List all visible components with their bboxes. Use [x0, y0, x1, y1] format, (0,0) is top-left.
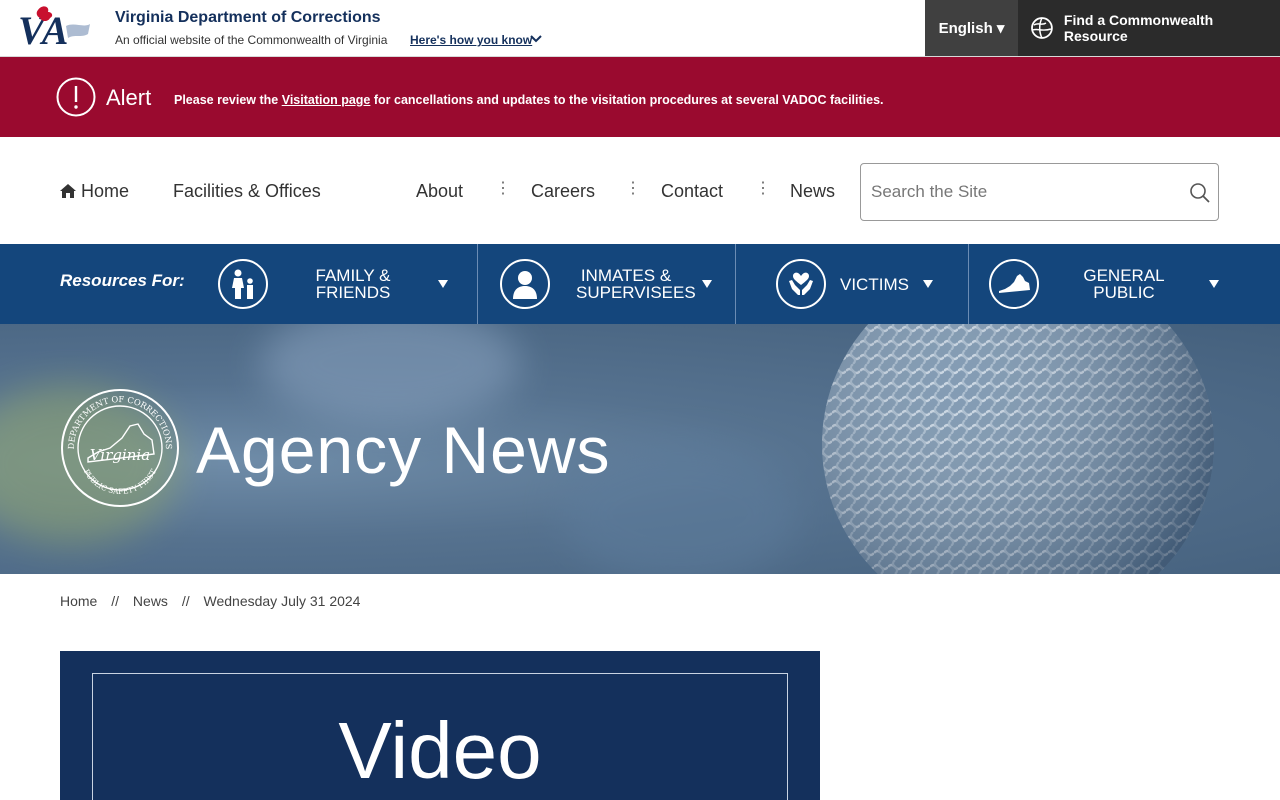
alert-title: Alert	[106, 85, 152, 110]
person-icon	[500, 259, 550, 309]
nav-contact[interactable]: Contact	[661, 181, 723, 202]
visitation-page-link[interactable]: Visitation page	[282, 93, 371, 107]
alert-text-after: for cancellations and updates to the vis…	[370, 93, 884, 107]
caret-down-icon	[922, 280, 933, 288]
how-you-know-link[interactable]: Here's how you know	[410, 33, 532, 47]
about-more-icon[interactable]: ⋮	[495, 181, 511, 197]
careers-more-icon[interactable]: ⋮	[625, 181, 641, 197]
resources-label: Resources For:	[60, 271, 185, 290]
resource-family-friends[interactable]: Family & Friends	[218, 244, 448, 324]
news-video-card[interactable]: Video	[60, 651, 820, 800]
svg-text:DEPARTMENT OF CORRECTIONS: DEPARTMENT OF CORRECTIONS	[66, 394, 174, 450]
top-bar: VA Virginia Department of Corrections An…	[0, 0, 1280, 57]
resource-divider	[477, 244, 478, 324]
resource-divider	[735, 244, 736, 324]
resource-public-label: General Public	[1083, 266, 1165, 302]
alert-message: Please review the Visitation page for ca…	[174, 93, 884, 107]
language-selector[interactable]: English ▾	[925, 0, 1018, 56]
breadcrumb: Home // News // Wednesday July 31 2024	[60, 593, 360, 609]
resources-bar: Resources For: Family & Friends Inmates …	[0, 244, 1280, 324]
nav-about[interactable]: About	[416, 181, 463, 202]
nav-news[interactable]: News	[790, 181, 835, 202]
official-site-text: An official website of the Commonwealth …	[115, 33, 388, 47]
breadcrumb-home[interactable]: Home	[60, 593, 97, 609]
breadcrumb-news[interactable]: News	[133, 593, 168, 609]
find-resource-button[interactable]: Find a Commonwealth Resource	[1018, 0, 1280, 56]
find-resource-label: Find a Commonwealth Resource	[1063, 12, 1214, 44]
resource-inmates-supervisees[interactable]: Inmates & Supervisees	[500, 244, 720, 324]
va-logo[interactable]: VA	[18, 4, 92, 48]
resource-general-public[interactable]: General Public	[989, 244, 1219, 324]
resource-inmates-label: Inmates & Supervisees	[576, 266, 696, 302]
hero-bokeh	[260, 324, 520, 424]
alert-text-before: Please review the	[174, 93, 282, 107]
alert-banner: Alert Please review the Visitation page …	[0, 57, 1280, 137]
virginia-map-icon	[989, 259, 1039, 309]
search-box	[860, 163, 1219, 221]
contact-more-icon[interactable]: ⋮	[755, 181, 771, 197]
breadcrumb-separator: //	[181, 593, 190, 609]
org-name[interactable]: Virginia Department of Corrections	[115, 9, 381, 27]
hero-banner: Virginia DEPARTMENT OF CORRECTIONS PUBLI…	[0, 324, 1280, 574]
svg-text:Virginia: Virginia	[90, 446, 150, 464]
heart-hands-icon	[776, 259, 826, 309]
search-input[interactable]	[871, 178, 1171, 206]
chevron-down-icon[interactable]	[530, 34, 542, 44]
breadcrumb-separator: //	[111, 593, 120, 609]
caret-down-icon	[1209, 280, 1219, 288]
globe-icon	[1031, 17, 1053, 39]
home-icon	[60, 184, 76, 198]
page-title: Agency News	[196, 413, 611, 487]
card-title: Video	[338, 706, 542, 795]
nav-home-label: Home	[81, 181, 130, 201]
doc-seal-logo: Virginia DEPARTMENT OF CORRECTIONS PUBLI…	[61, 389, 179, 507]
main-navigation: Home Facilities & Offices About ⋮ Career…	[0, 137, 1280, 244]
resource-family-label: Family & Friends	[315, 266, 391, 302]
nav-home[interactable]: Home	[60, 181, 129, 202]
caret-down-icon	[702, 280, 712, 288]
nav-facilities[interactable]: Facilities & Offices	[173, 181, 321, 202]
resource-victims[interactable]: Victims	[776, 244, 956, 324]
caret-down-icon	[438, 280, 448, 288]
resource-divider	[968, 244, 969, 324]
family-icon	[218, 259, 268, 309]
nav-careers[interactable]: Careers	[531, 181, 595, 202]
svg-text:PUBLIC SAFETY FIRST: PUBLIC SAFETY FIRST	[82, 468, 158, 496]
breadcrumb-current: Wednesday July 31 2024	[203, 593, 361, 609]
exclamation-icon	[56, 77, 96, 117]
microphone-image	[822, 324, 1214, 574]
resource-victims-label: Victims	[840, 274, 909, 294]
search-icon[interactable]	[1189, 182, 1211, 204]
